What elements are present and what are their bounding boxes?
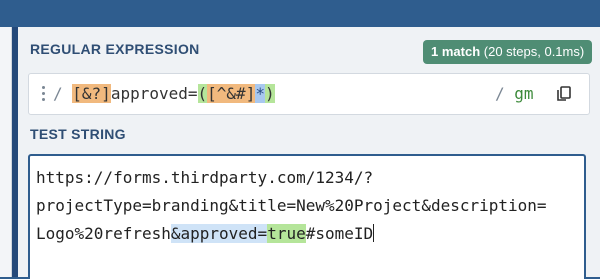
regex-group-close: ) xyxy=(264,84,275,103)
drag-handle-icon[interactable] xyxy=(42,86,46,102)
test-section-label: TEST STRING xyxy=(30,126,126,142)
regex-flags[interactable]: / gm xyxy=(495,83,534,105)
top-bar xyxy=(0,0,600,27)
match-detail: (20 steps, 0.1ms) xyxy=(483,44,585,59)
regex-token-set: [&?] xyxy=(72,84,111,103)
test-line-3-pre: Logo%20refresh xyxy=(36,224,171,243)
regex-token-literal: approved= xyxy=(110,84,198,103)
regex-section-label: REGULAR EXPRESSION xyxy=(30,41,200,57)
regex-close-delimiter: / xyxy=(495,84,505,103)
regex-token-quantifier: * xyxy=(255,84,265,103)
test-line-1: https://forms.thirdparty.com/1234/? xyxy=(36,168,374,187)
match-count: 1 match xyxy=(431,44,481,59)
test-line-3-post: #someID xyxy=(305,224,374,243)
test-string-text[interactable]: https://forms.thirdparty.com/1234/? proj… xyxy=(36,164,576,248)
regex-token-negated-class: [^&#] xyxy=(207,84,256,103)
copy-icon[interactable] xyxy=(555,85,573,103)
left-sidebar-edge xyxy=(0,27,18,277)
match-info-badge: 1 match (20 steps, 0.1ms) xyxy=(423,40,593,64)
regex-group-open: ( xyxy=(197,84,208,103)
regex-flags-value[interactable]: gm xyxy=(514,84,533,103)
regex-expression[interactable]: / [&?]approved=([^&#]*) xyxy=(53,83,275,105)
regex-open-delimiter: / xyxy=(53,84,63,103)
test-line-2: projectType=branding&title=New%20Project… xyxy=(36,196,547,215)
text-caret xyxy=(373,224,375,242)
regex-input[interactable]: / [&?]approved=([^&#]*) / gm xyxy=(28,73,590,115)
match-highlight: &approved= xyxy=(170,224,268,243)
group-highlight: true xyxy=(267,224,306,243)
test-string-input[interactable]: https://forms.thirdparty.com/1234/? proj… xyxy=(28,154,586,279)
